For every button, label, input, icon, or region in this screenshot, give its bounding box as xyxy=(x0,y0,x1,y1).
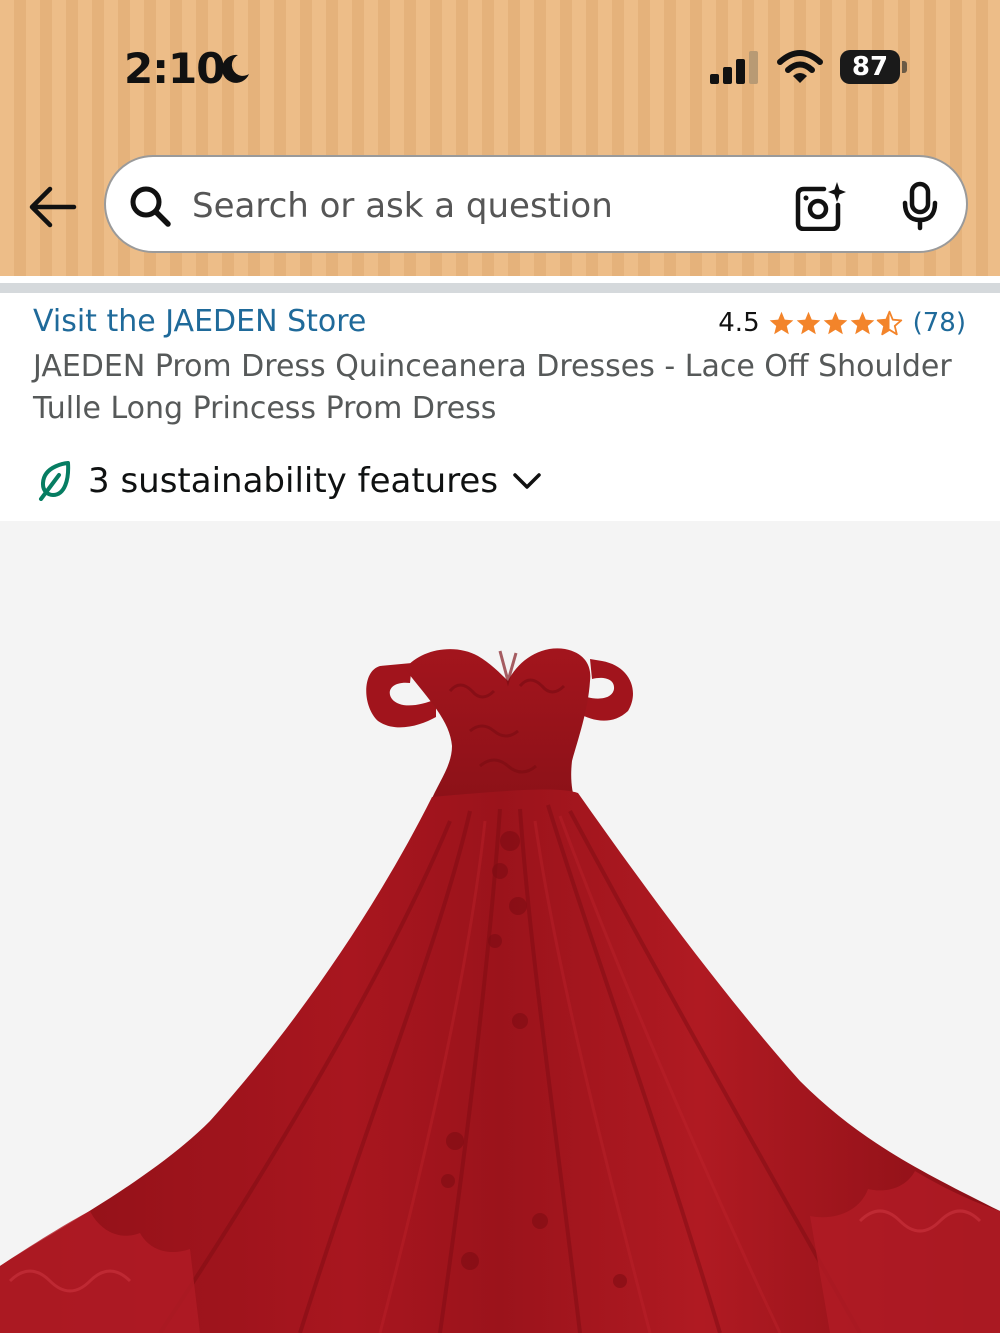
product-image[interactable] xyxy=(0,521,1000,1333)
product-rating[interactable]: 4.5 (78) xyxy=(718,306,966,340)
search-bar[interactable] xyxy=(104,155,968,253)
wifi-icon xyxy=(777,50,823,83)
battery-indicator: 87 xyxy=(840,50,907,84)
search-icon[interactable] xyxy=(128,184,172,228)
microphone-icon[interactable] xyxy=(900,181,940,231)
star-full-icon xyxy=(796,311,820,334)
star-half-icon xyxy=(876,310,902,335)
cellular-signal-icon xyxy=(710,51,758,84)
battery-cap xyxy=(902,61,907,73)
review-count[interactable]: (78) xyxy=(913,308,966,338)
app-header: 2:10 87 xyxy=(0,0,1000,276)
status-time: 2:10 xyxy=(124,44,225,93)
moon-icon xyxy=(221,54,249,83)
visit-store-link[interactable]: Visit the JAEDEN Store xyxy=(33,304,366,339)
leaf-icon xyxy=(39,461,71,501)
product-title: JAEDEN Prom Dress Quinceanera Dresses - … xyxy=(33,349,952,426)
sustainability-label: 3 sustainability features xyxy=(88,461,499,501)
sustainability-features-toggle[interactable]: 3 sustainability features xyxy=(38,456,542,506)
camera-sparkle-icon[interactable] xyxy=(794,181,846,231)
star-rating xyxy=(768,310,903,337)
search-input[interactable] xyxy=(192,181,752,231)
star-full-icon xyxy=(850,311,874,334)
header-divider xyxy=(0,283,1000,293)
rating-value: 4.5 xyxy=(718,308,760,338)
red-ball-gown-image xyxy=(0,648,1000,1333)
star-full-icon xyxy=(769,311,793,334)
chevron-down-icon[interactable] xyxy=(512,471,542,491)
arrow-left-icon[interactable] xyxy=(26,184,78,230)
battery-level: 87 xyxy=(851,52,889,82)
star-full-icon xyxy=(823,311,847,334)
